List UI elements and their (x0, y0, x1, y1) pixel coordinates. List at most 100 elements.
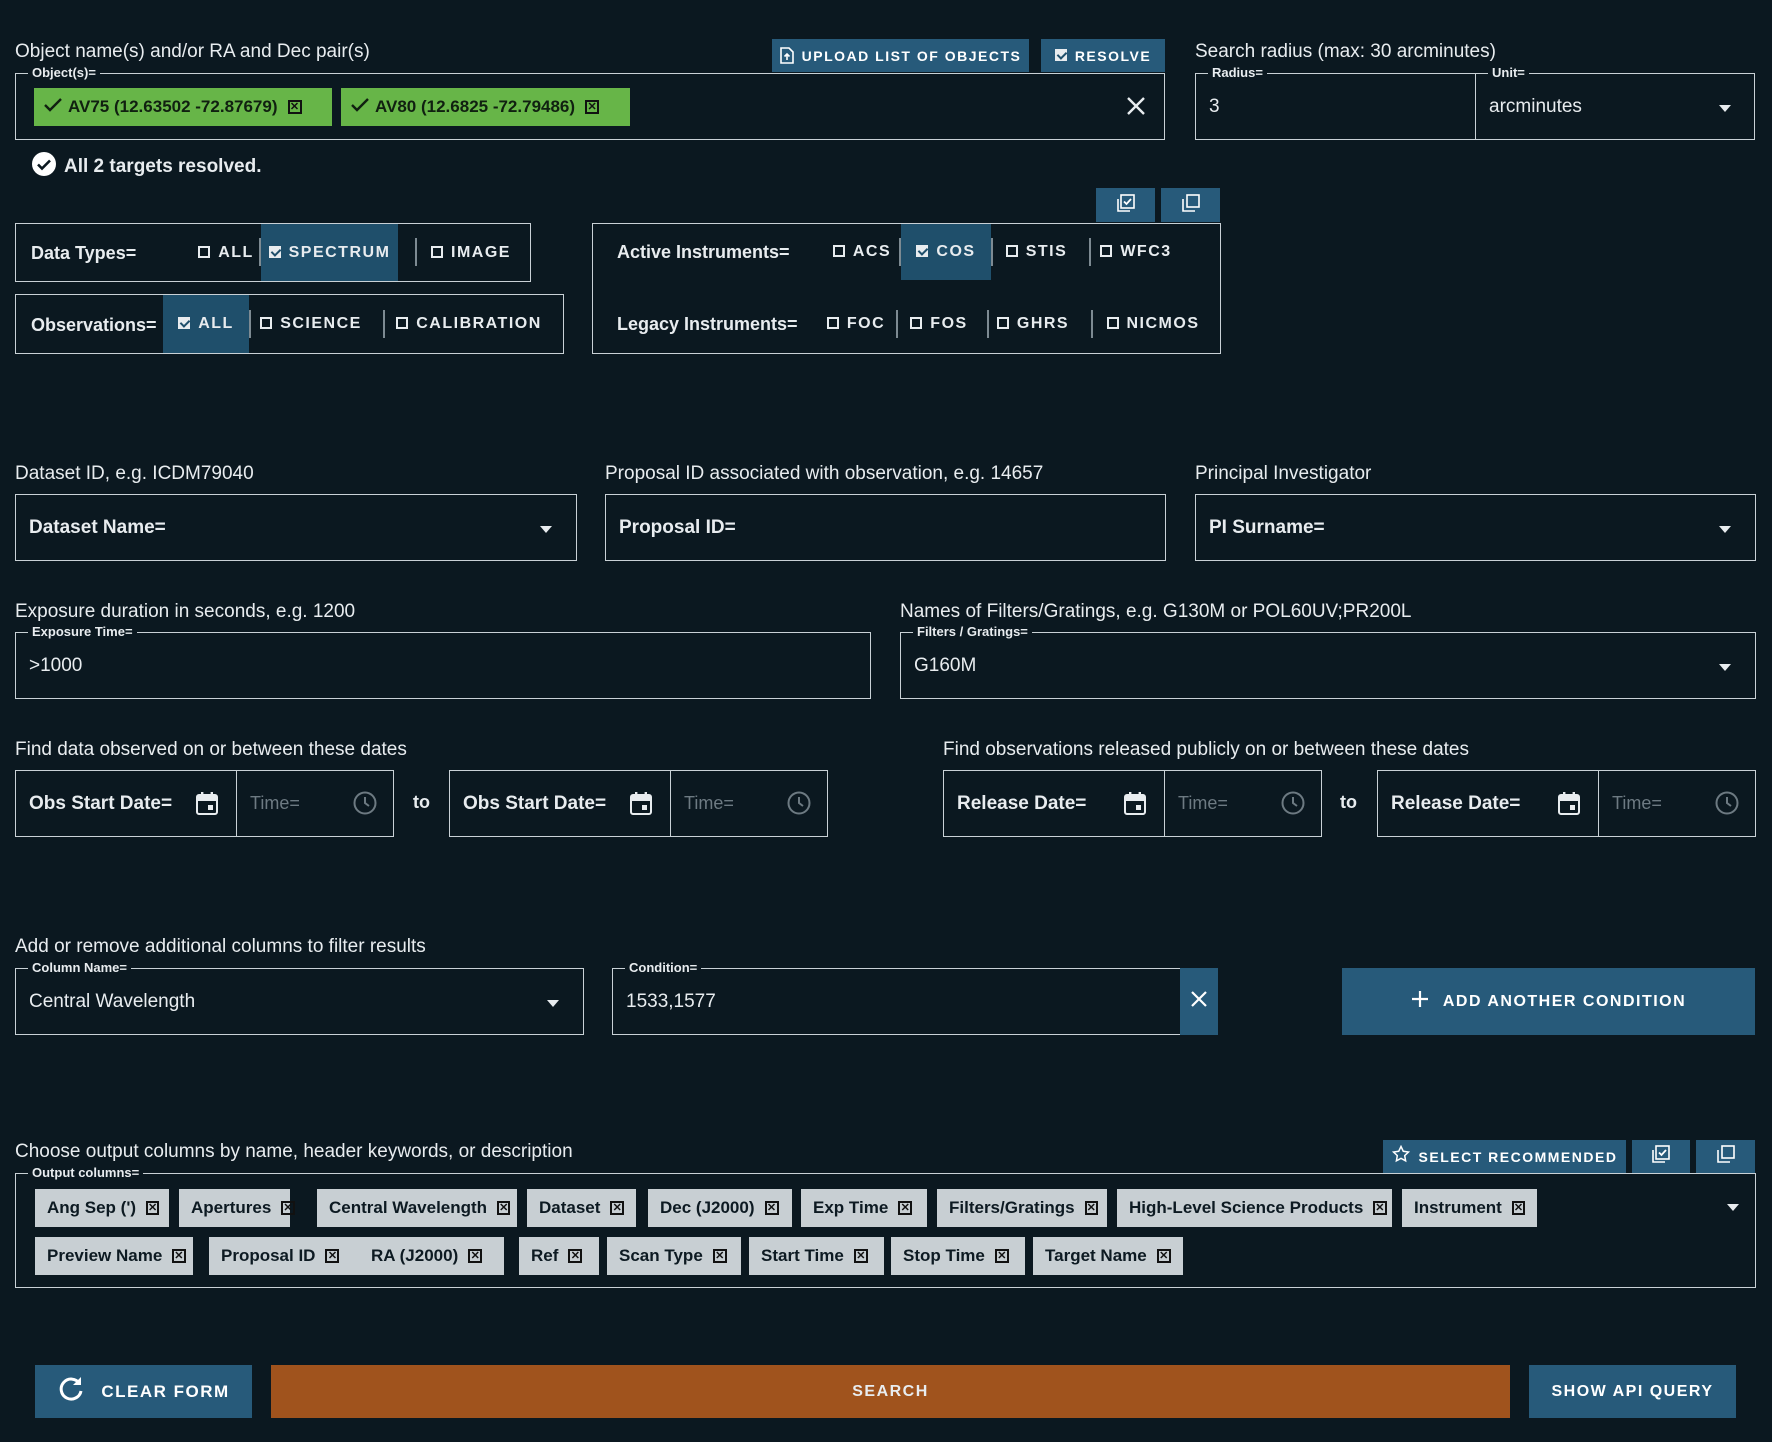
remove-chip-icon[interactable]: ✕ (712, 1249, 727, 1263)
remove-chip-icon[interactable]: ✕ (853, 1249, 868, 1263)
remove-chip-icon[interactable]: ✕ (287, 100, 302, 114)
select-all-columns-button[interactable] (1632, 1140, 1690, 1173)
obs-end-time-input[interactable]: Time= (670, 770, 828, 837)
remove-chip-icon[interactable]: ✕ (1084, 1201, 1098, 1215)
output-column-chip[interactable]: Stop Time ✕ (891, 1237, 1025, 1275)
pi-surname-select[interactable]: PI Surname= (1195, 494, 1756, 561)
obs-end-date-input[interactable]: Obs Start Date= (449, 770, 671, 837)
condition-input[interactable]: Condition= 1533,1577 (612, 960, 1181, 1035)
remove-chip-icon[interactable]: ✕ (1511, 1201, 1526, 1215)
output-column-chip[interactable]: Filters/Gratings ✕ (937, 1189, 1107, 1227)
remove-chip-icon[interactable]: ✕ (172, 1249, 186, 1263)
release-start-time-input[interactable]: Time= (1164, 770, 1322, 837)
resolve-button[interactable]: RESOLVE (1041, 39, 1165, 72)
remove-chip-icon[interactable]: ✕ (898, 1201, 913, 1215)
obs-start-time-input[interactable]: Time= (236, 770, 394, 837)
chevron-down-icon[interactable] (1727, 1204, 1739, 1211)
release-end-date-label: Release Date= (1391, 793, 1521, 814)
search-button[interactable]: SEARCH (271, 1365, 1510, 1418)
calendar-icon[interactable] (1124, 791, 1146, 820)
observation-calibration[interactable]: CALIBRATION (384, 295, 554, 353)
clock-icon[interactable] (787, 791, 811, 820)
data-type-spectrum[interactable]: SPECTRUM (261, 224, 398, 281)
chip-label: Ang Sep (') (47, 1198, 137, 1217)
output-column-chip[interactable]: Central Wavelength ✕ (317, 1189, 517, 1227)
instrument-acs[interactable]: ACS (825, 224, 899, 280)
calendar-icon[interactable] (630, 791, 652, 820)
output-column-chip[interactable]: Apertures ✕ (179, 1189, 295, 1227)
remove-condition-button[interactable] (1180, 968, 1218, 1035)
output-column-chip[interactable]: Exp Time ✕ (801, 1189, 927, 1227)
chevron-down-icon (547, 1000, 559, 1007)
instrument-stis[interactable]: STIS (993, 224, 1080, 280)
remove-chip-icon[interactable]: ✕ (468, 1249, 483, 1263)
checkbox-icon (1106, 317, 1119, 329)
release-end-time-input[interactable]: Time= (1598, 770, 1756, 837)
output-column-chip[interactable]: Instrument ✕ (1402, 1189, 1537, 1227)
exposure-time-input[interactable]: Exposure Time= >1000 (15, 624, 871, 699)
active-instruments-label: Active Instruments= (617, 242, 790, 262)
remove-chip-icon[interactable]: ✕ (1156, 1249, 1171, 1263)
remove-chip-icon[interactable]: ✕ (1373, 1201, 1387, 1215)
calendar-icon[interactable] (196, 791, 218, 820)
object-chip[interactable]: AV75 (12.63502 -72.87679) ✕ (34, 88, 332, 126)
data-type-image[interactable]: IMAGE (416, 224, 526, 281)
output-column-chip[interactable]: Start Time ✕ (749, 1237, 884, 1275)
remove-chip-icon[interactable]: ✕ (325, 1249, 340, 1263)
remove-chip-icon[interactable]: ✕ (610, 1201, 624, 1215)
calendar-icon[interactable] (1558, 791, 1580, 820)
output-column-chip[interactable]: Preview Name ✕ (35, 1237, 193, 1275)
output-column-chip[interactable]: Dataset ✕ (527, 1189, 636, 1227)
clock-icon[interactable] (353, 791, 377, 820)
select-all-instruments-button[interactable] (1096, 188, 1155, 222)
observation-all[interactable]: ALL (163, 295, 249, 353)
remove-chip-icon[interactable]: ✕ (585, 100, 600, 114)
remove-chip-icon[interactable]: ✕ (497, 1201, 511, 1215)
deselect-all-instruments-button[interactable] (1161, 188, 1220, 222)
remove-chip-icon[interactable]: ✕ (281, 1201, 295, 1215)
clear-form-button[interactable]: CLEAR FORM (35, 1365, 252, 1418)
remove-chip-icon[interactable]: ✕ (568, 1249, 583, 1263)
remove-chip-icon[interactable]: ✕ (764, 1201, 779, 1215)
unit-select[interactable]: Unit= arcminutes (1475, 65, 1755, 140)
instrument-cos[interactable]: COS (901, 224, 991, 280)
output-column-chip[interactable]: Ref ✕ (519, 1237, 599, 1275)
output-column-chip[interactable]: Scan Type ✕ (607, 1237, 741, 1275)
add-condition-button[interactable]: ADD ANOTHER CONDITION (1342, 968, 1755, 1035)
clock-icon[interactable] (1715, 791, 1739, 820)
release-start-date-input[interactable]: Release Date= (943, 770, 1165, 837)
objects-field[interactable]: Object(s)= AV75 (12.63502 -72.87679) ✕ A… (15, 65, 1165, 140)
instrument-wfc3[interactable]: WFC3 (1091, 224, 1181, 280)
proposal-id-input[interactable]: Proposal ID= (605, 494, 1166, 561)
release-end-date-input[interactable]: Release Date= (1377, 770, 1599, 837)
output-column-chip[interactable]: Ang Sep (') ✕ (35, 1189, 169, 1227)
select-recommended-button[interactable]: SELECT RECOMMENDED (1383, 1140, 1626, 1173)
output-column-chip[interactable]: Proposal ID ✕ (209, 1237, 359, 1275)
chip-label: RA (J2000) (371, 1246, 459, 1265)
exposure-time-value: >1000 (29, 655, 83, 676)
show-api-query-button[interactable]: SHOW API QUERY (1529, 1365, 1736, 1418)
remove-chip-icon[interactable]: ✕ (994, 1249, 1009, 1263)
instrument-foc[interactable]: FOC (819, 296, 893, 352)
radius-input[interactable]: Radius= 3 (1195, 65, 1476, 140)
instrument-ghrs[interactable]: GHRS (989, 296, 1077, 352)
output-column-chip[interactable]: Dec (J2000) ✕ (648, 1189, 792, 1227)
upload-list-button[interactable]: UPLOAD LIST OF OBJECTS (772, 39, 1029, 72)
instrument-fos[interactable]: FOS (899, 296, 979, 352)
object-chip[interactable]: AV80 (12.6825 -72.79486) ✕ (341, 88, 630, 126)
clock-icon[interactable] (1281, 791, 1305, 820)
obs-start-date-input[interactable]: Obs Start Date= (15, 770, 237, 837)
output-column-chip[interactable]: High-Level Science Products ✕ (1117, 1189, 1392, 1227)
remove-chip-icon[interactable]: ✕ (146, 1201, 160, 1215)
output-column-chip[interactable]: Target Name ✕ (1033, 1237, 1183, 1275)
filters-gratings-select[interactable]: Filters / Gratings= G160M (900, 624, 1756, 699)
instrument-nicmos[interactable]: NICMOS (1093, 296, 1213, 352)
column-name-select[interactable]: Column Name= Central Wavelength (15, 960, 584, 1035)
output-column-chip[interactable]: RA (J2000) ✕ (359, 1237, 504, 1275)
exposure-heading: Exposure duration in seconds, e.g. 1200 (15, 601, 356, 622)
deselect-all-columns-button[interactable] (1696, 1140, 1755, 1173)
clear-objects-icon[interactable] (1126, 96, 1146, 121)
dataset-name-select[interactable]: Dataset Name= (15, 494, 577, 561)
observation-science[interactable]: SCIENCE (251, 295, 371, 353)
output-columns-field[interactable]: Output columns= Ang Sep (') ✕ Apertures ✕ … (15, 1165, 1756, 1288)
